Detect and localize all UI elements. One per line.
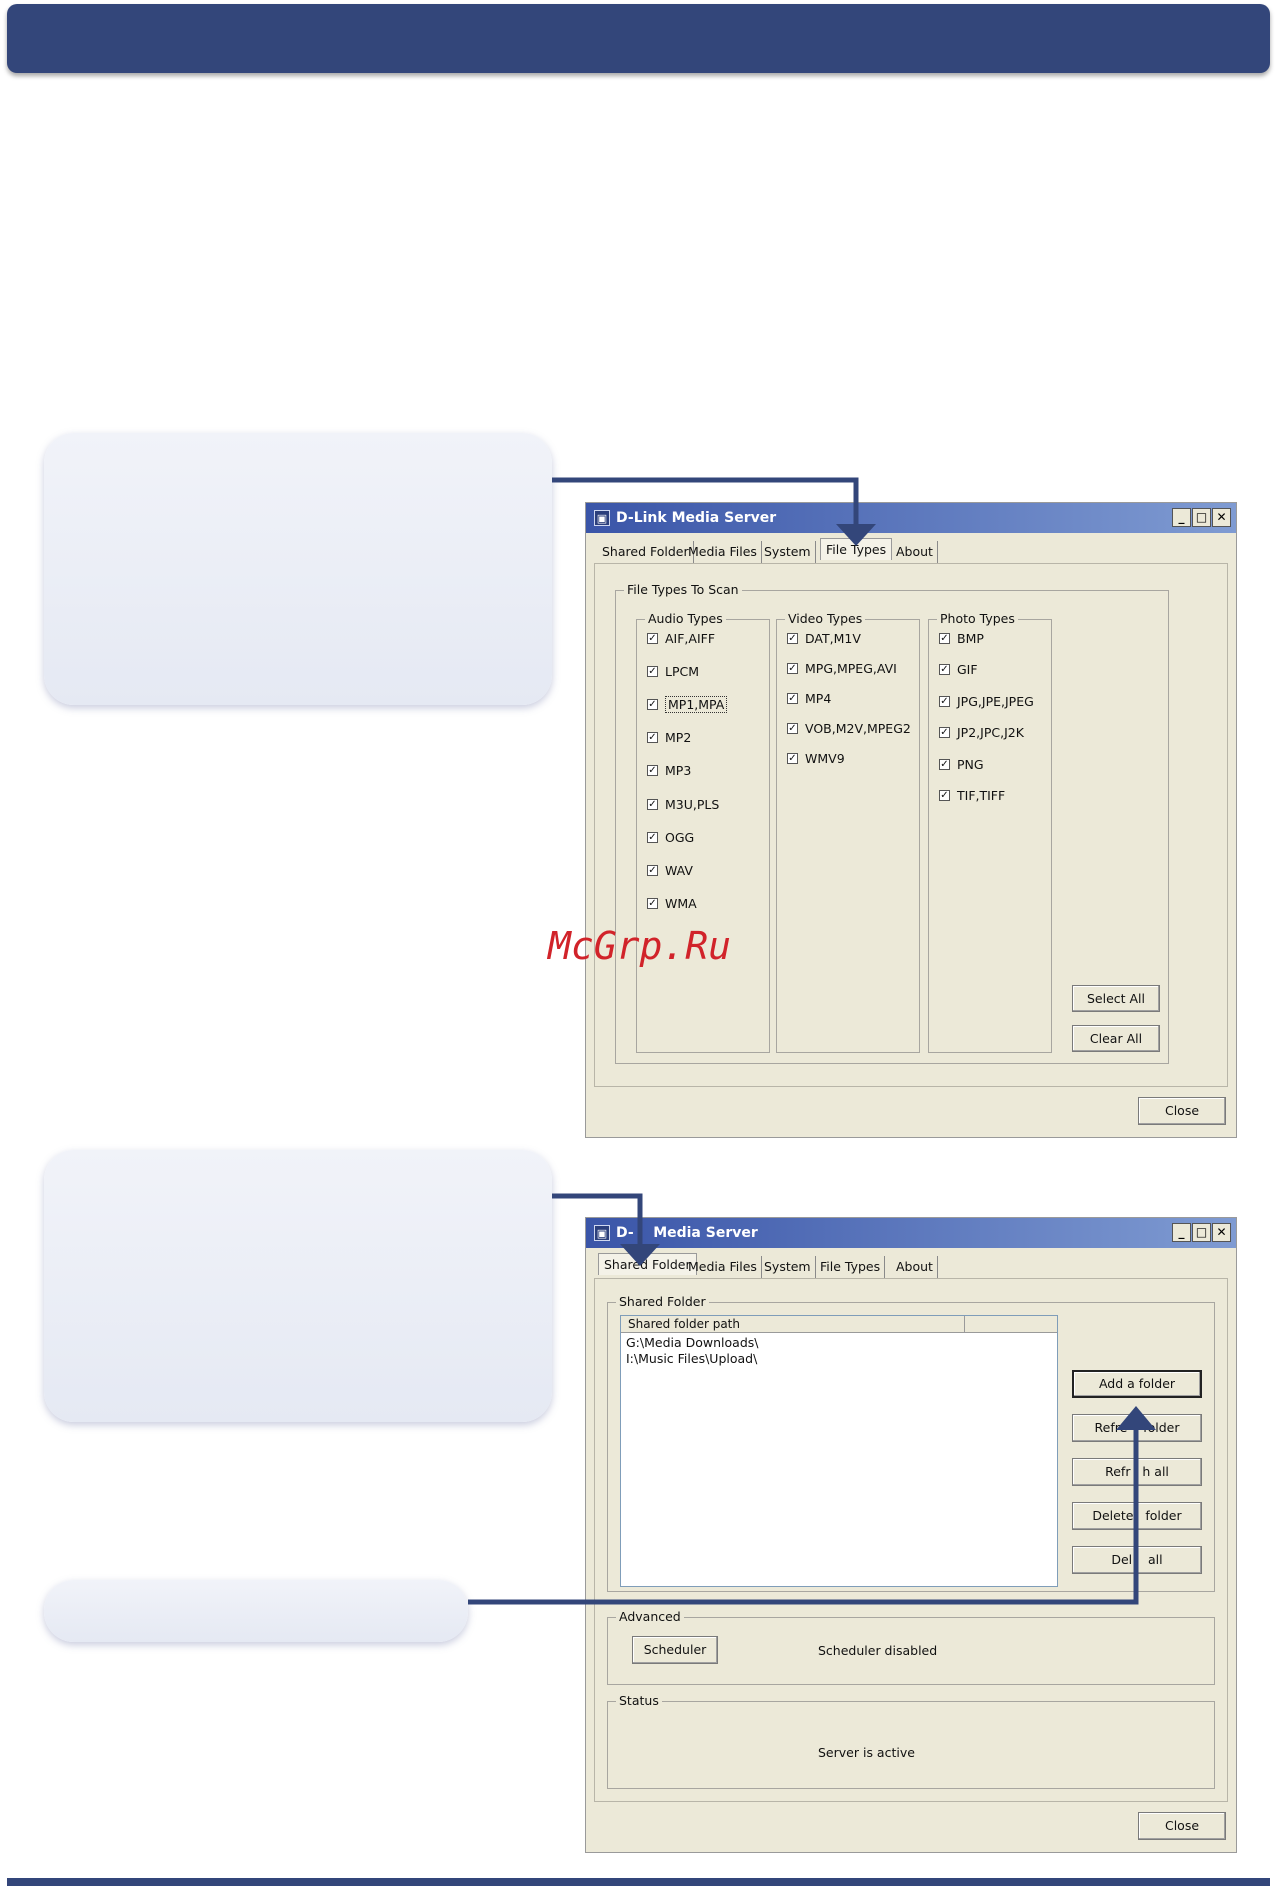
footer-line (7, 1878, 1270, 1886)
connector-add-folder (468, 1426, 1139, 1605)
connector-shared-folder (552, 1193, 643, 1248)
arrowhead-shared-folder (620, 1244, 660, 1266)
watermark: McGrp.Ru (548, 924, 732, 968)
connector-file-types (552, 477, 859, 528)
arrowhead-add-folder (1116, 1406, 1156, 1430)
arrowhead-file-types (836, 524, 876, 546)
